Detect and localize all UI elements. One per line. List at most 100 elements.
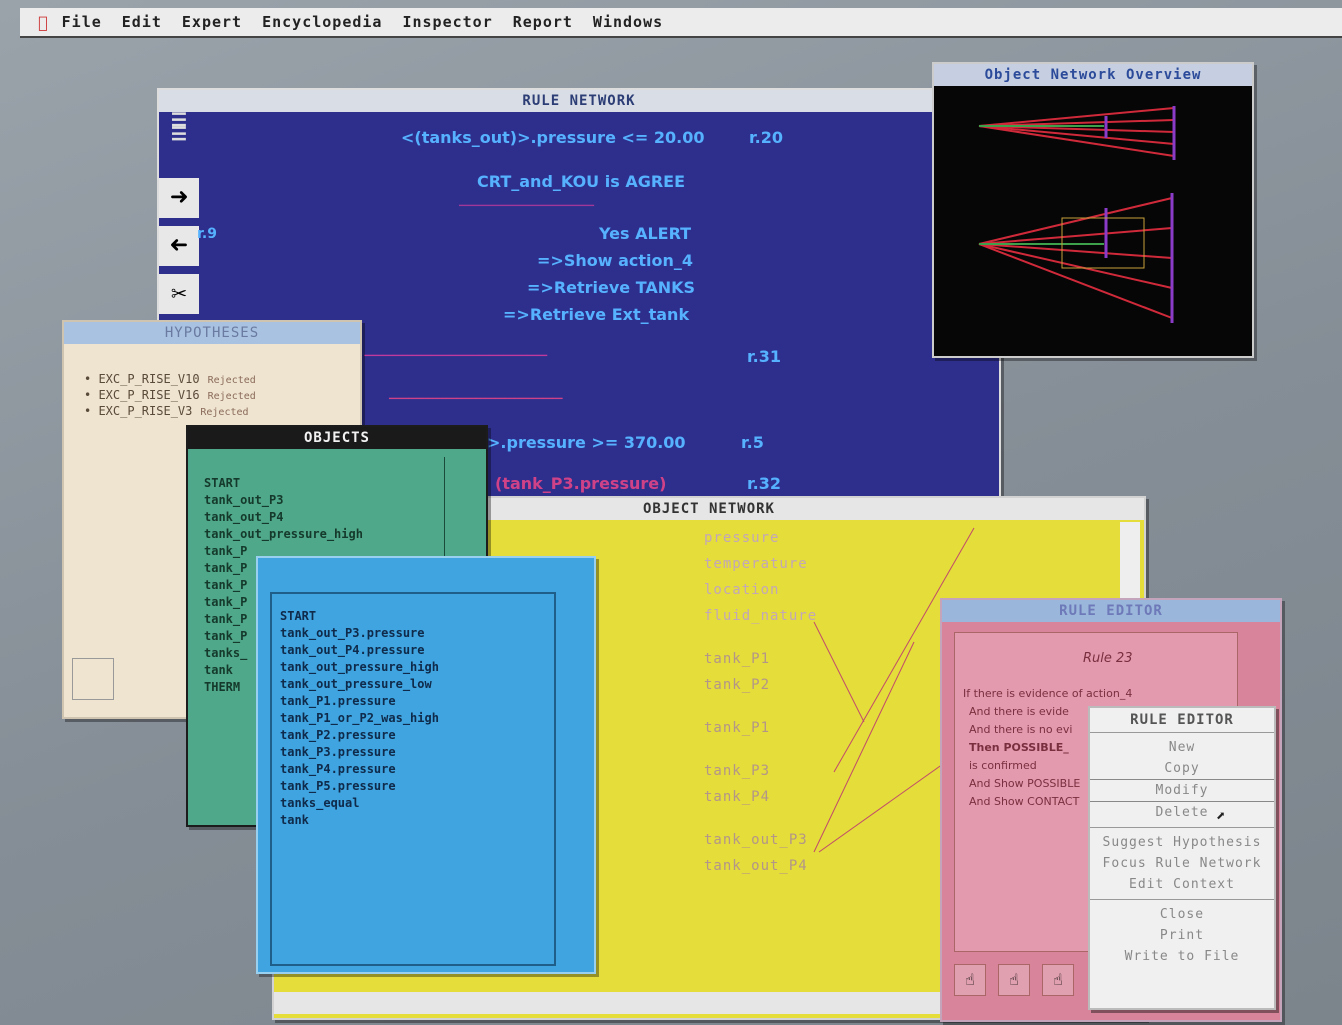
objects-title[interactable]: OBJECTS — [188, 427, 486, 449]
list-item[interactable]: tank_out_pressure_low — [280, 676, 554, 693]
object-node[interactable]: tank_P2 — [704, 677, 770, 693]
rule-id[interactable]: r.32 — [747, 474, 781, 493]
arrow-left-icon[interactable]: ➜ — [159, 226, 199, 266]
hypothesis-name: EXC_P_RISE_V10 — [98, 372, 200, 386]
menu-windows[interactable]: Windows — [593, 13, 663, 31]
hand-icon[interactable]: ☝ — [998, 964, 1030, 996]
status-badge: Rejected — [207, 391, 256, 402]
object-node[interactable]: tank_P3 — [704, 763, 770, 779]
hypotheses-list: • EXC_P_RISE_V10 Rejected • EXC_P_RISE_V1… — [84, 372, 360, 418]
rule-id[interactable]: r.5 — [741, 433, 764, 452]
object-network-overview-window: Object Network Overview — [932, 62, 1254, 358]
property-node[interactable]: pressure — [704, 530, 779, 546]
rule-id[interactable]: r.31 — [747, 347, 781, 366]
menu-inspector[interactable]: Inspector — [402, 13, 492, 31]
list-item[interactable]: tank_out_pressure_high — [280, 659, 554, 676]
list-item[interactable]: tank_out_P4.pressure — [280, 642, 554, 659]
menu-item-close[interactable]: Close — [1090, 904, 1274, 925]
status-badge: Rejected — [200, 407, 249, 418]
menu-item-edit-context[interactable]: Edit Context — [1090, 874, 1274, 895]
menu-item-copy[interactable]: Copy — [1090, 758, 1274, 779]
menu-item-focus-rule-network[interactable]: Focus Rule Network — [1090, 853, 1274, 874]
object-node[interactable]: tank_out_P4 — [704, 858, 808, 874]
rule-name: Rule 23 — [1083, 651, 1133, 666]
object-list-panel: START tank_out_P3.pressure tank_out_P4.p… — [270, 592, 556, 966]
rule-line[interactable]: =>Retrieve Ext_tank — [503, 305, 689, 324]
rule-text-line: And there is no evi — [969, 723, 1073, 736]
overview-title[interactable]: Object Network Overview — [934, 64, 1252, 86]
menu-item-suggest-hypothesis[interactable]: Suggest Hypothesis — [1090, 832, 1274, 853]
menu-item-new[interactable]: New — [1090, 737, 1274, 758]
overview-network-graph[interactable] — [934, 88, 1252, 356]
rule-text-line: If there is evidence of action_4 — [963, 687, 1133, 700]
menu-separator — [1090, 732, 1274, 733]
object-list-window: START tank_out_P3.pressure tank_out_P4.p… — [256, 556, 596, 974]
rule-network-title[interactable]: RULE NETWORK — [159, 90, 999, 112]
list-item[interactable]: tank_P5.pressure — [280, 778, 554, 795]
rule-line[interactable]: (tank_P3.pressure) — [495, 474, 666, 493]
object-node[interactable]: tank_P4 — [704, 789, 770, 805]
rule-editor-menu: RULE EDITOR New Copy Modify Delete Sugge… — [1088, 706, 1276, 1010]
property-node[interactable]: temperature — [704, 556, 808, 572]
vertical-scrollbar[interactable] — [554, 592, 577, 962]
rule-line[interactable]: Yes ALERT — [599, 224, 691, 243]
rule-id[interactable]: r.9 — [197, 226, 217, 242]
menu-separator — [1090, 827, 1274, 828]
object-node[interactable]: tank_P1 — [704, 720, 770, 736]
mouse-cursor-icon: ⬈ — [1216, 806, 1226, 825]
menu-file[interactable]: File — [62, 13, 102, 31]
rule-editor-title[interactable]: RULE EDITOR — [942, 600, 1280, 622]
rule-line[interactable]: >.pressure >= 370.00 — [487, 433, 686, 452]
list-item[interactable]: tank — [280, 812, 554, 829]
rule-text-line: And Show POSSIBLE — [969, 777, 1081, 790]
hypothesis-name: EXC_P_RISE_V16 — [98, 388, 200, 402]
rule-line[interactable]: <(tanks_out)>.pressure <= 20.00 — [401, 128, 704, 147]
rule-line[interactable]: =>Show action_4 — [537, 251, 693, 270]
rule-id[interactable]: r.20 — [749, 128, 783, 147]
menu-expert[interactable]: Expert — [182, 13, 242, 31]
property-node[interactable]: location — [704, 582, 779, 598]
list-item[interactable]: • EXC_P_RISE_V10 Rejected — [84, 372, 360, 386]
rule-text-line: And Show CONTACT — [969, 795, 1080, 808]
rule-line-faded: ────────────── — [459, 196, 594, 215]
menu-item-delete[interactable]: Delete — [1090, 802, 1274, 823]
rule-line[interactable]: CRT_and_KOU is AGREE — [477, 172, 685, 191]
menu-item-write-to-file[interactable]: Write to File — [1090, 946, 1274, 967]
list-item[interactable]: • EXC_P_RISE_V16 Rejected — [84, 388, 360, 402]
menu-item-print[interactable]: Print — [1090, 925, 1274, 946]
list-item[interactable]: START — [280, 608, 554, 625]
arrow-right-icon[interactable]: ➜ — [159, 178, 199, 218]
list-item[interactable]: tank_P2.pressure — [280, 727, 554, 744]
rule-text-line: Then POSSIBLE_ — [969, 741, 1069, 754]
hypothesis-name: EXC_P_RISE_V3 — [98, 404, 193, 418]
list-item[interactable]: tanks_equal — [280, 795, 554, 812]
menu-separator — [1090, 899, 1274, 900]
sliders-icon[interactable]: ☰ ☰ — [159, 112, 199, 154]
object-node[interactable]: tank_P1 — [704, 651, 770, 667]
list-item[interactable]: tank_P1_or_P2_was_high — [280, 710, 554, 727]
property-node[interactable]: fluid_nature — [704, 608, 817, 624]
hand-icon[interactable]: ☝ — [1042, 964, 1074, 996]
apple-menu-icon[interactable]:  — [38, 13, 48, 32]
resize-box[interactable] — [72, 658, 114, 700]
list-item[interactable]: tank_out_P3.pressure — [280, 625, 554, 642]
scissors-icon[interactable]: ✂ — [159, 274, 199, 314]
menu-encyclopedia[interactable]: Encyclopedia — [262, 13, 382, 31]
list-item[interactable]: tank_P4.pressure — [280, 761, 554, 778]
rule-text-line: And there is evide — [969, 705, 1069, 718]
rule-line[interactable]: =>Retrieve TANKS — [527, 278, 695, 297]
object-node[interactable]: tank_out_P3 — [704, 832, 808, 848]
list-item[interactable]: • EXC_P_RISE_V3 Rejected — [84, 404, 360, 418]
menu-title: RULE EDITOR — [1130, 712, 1234, 728]
object-list: START tank_out_P3.pressure tank_out_P4.p… — [280, 608, 554, 829]
menu-item-modify[interactable]: Modify — [1090, 779, 1274, 802]
rule-line-faded: ─────────────────── — [364, 346, 548, 365]
menu-report[interactable]: Report — [513, 13, 573, 31]
hypotheses-title[interactable]: HYPOTHESES — [64, 322, 360, 344]
list-item[interactable]: tank_P1.pressure — [280, 693, 554, 710]
status-badge: Rejected — [207, 375, 256, 386]
list-item[interactable]: tank_P3.pressure — [280, 744, 554, 761]
rule-network-toolstrip: ☰ ☰ ➜ ➜ ✂ — [159, 112, 199, 324]
hand-icon[interactable]: ☝ — [954, 964, 986, 996]
menu-edit[interactable]: Edit — [122, 13, 162, 31]
